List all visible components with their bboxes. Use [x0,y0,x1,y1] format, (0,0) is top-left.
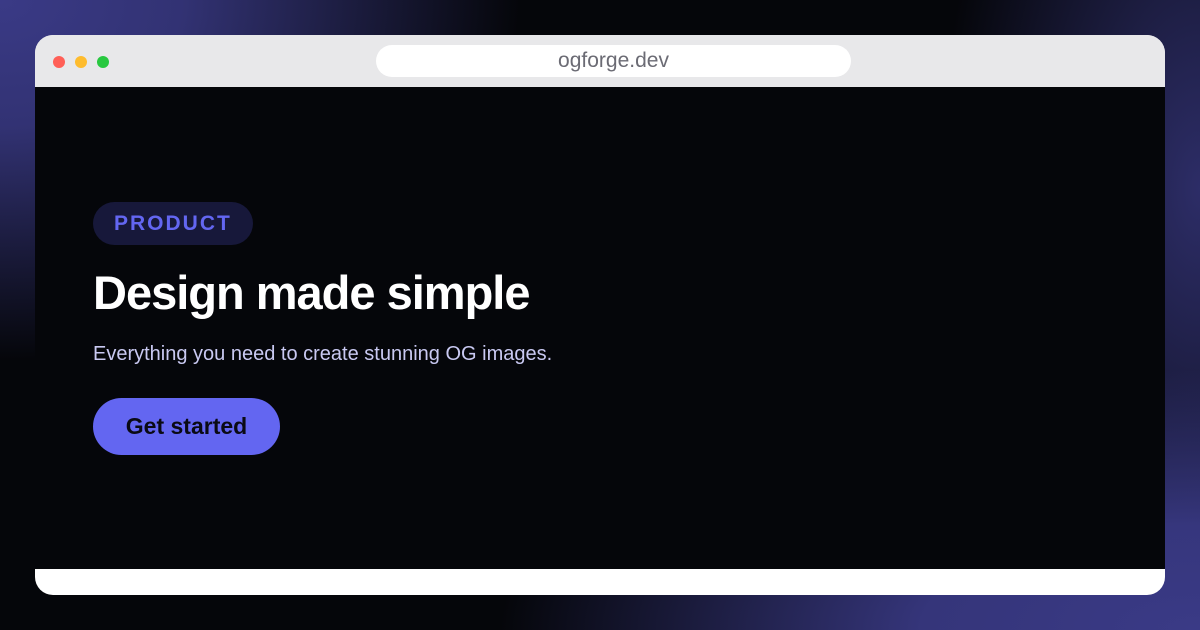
page-content: PRODUCT Design made simple Everything yo… [35,87,1165,569]
maximize-window-button[interactable] [97,56,109,68]
page-subtitle: Everything you need to create stunning O… [93,343,553,365]
url-text: ogforge.dev [558,49,669,72]
get-started-label: Get started [125,413,248,439]
get-started-button[interactable]: Get started [93,398,280,455]
category-badge-label: PRODUCT [114,211,232,235]
browser-titlebar: ogforge.dev [35,35,1165,87]
category-badge: PRODUCT [93,202,253,245]
page-title: Design made simple [93,266,530,319]
address-bar[interactable]: ogforge.dev [376,45,851,77]
browser-window: ogforge.dev PRODUCT Design made simple E… [35,35,1165,595]
close-window-button[interactable] [53,56,65,68]
minimize-window-button[interactable] [75,56,87,68]
